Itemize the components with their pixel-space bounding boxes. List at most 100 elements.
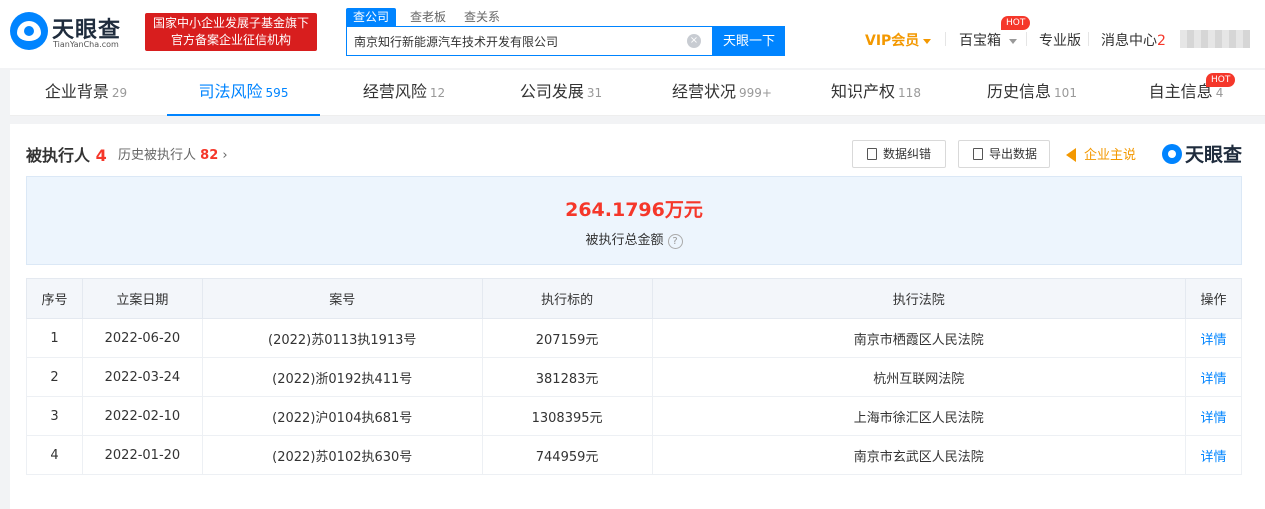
treasure-box-menu[interactable]: 百宝箱: [959, 30, 1017, 50]
tab-judicial-risk[interactable]: 司法风险 595: [167, 70, 320, 116]
tab-label: 经营状况: [672, 82, 737, 101]
row-index: 2: [26, 357, 83, 397]
table-row: 3 2022-02-10 (2022)沪0104执681号 1308395元 上…: [26, 396, 1242, 436]
tab-self-info[interactable]: 自主信息 4: [1110, 70, 1262, 116]
message-center-link[interactable]: 消息中心2: [1101, 30, 1166, 50]
history-executed-link[interactable]: 历史被执行人 82 ›: [118, 144, 228, 163]
column-header: 执行法院: [651, 278, 1187, 319]
eye-logo-icon: [10, 12, 48, 50]
clear-icon[interactable]: ×: [687, 34, 701, 48]
divider: [945, 32, 946, 46]
logo-subtext: TianYanCha.com: [53, 40, 119, 49]
detail-link[interactable]: 详情: [1185, 357, 1242, 397]
chevron-down-icon: [923, 38, 932, 44]
export-data-button[interactable]: 导出数据: [958, 140, 1050, 168]
detail-link[interactable]: 详情: [1185, 396, 1242, 436]
total-amount-summary: 264.1796万元 被执行总金额?: [26, 176, 1242, 265]
column-header: 序号: [26, 278, 83, 319]
total-amount-label: 被执行总金额: [585, 233, 664, 248]
filing-date: 2022-02-10: [81, 396, 203, 436]
case-number: (2022)沪0104执681号: [201, 396, 483, 436]
export-data-label: 导出数据: [989, 147, 1038, 161]
data-correction-button[interactable]: 数据纠错: [852, 140, 946, 168]
tab-label: 自主信息: [1148, 82, 1213, 101]
total-amount: 264.1796万元: [565, 199, 703, 221]
tab-intellectual-property[interactable]: 知识产权 118: [800, 70, 952, 116]
promo-banner[interactable]: 国家中小企业发展子基金旗下 官方备案企业征信机构: [145, 13, 317, 51]
tab-operating-status[interactable]: 经营状况 999+: [642, 70, 802, 116]
tab-count: 29: [111, 86, 128, 100]
download-icon: [973, 148, 983, 160]
pro-version-link[interactable]: 专业版: [1039, 30, 1081, 50]
detail-link[interactable]: 详情: [1185, 435, 1242, 475]
filing-date: 2022-06-20: [81, 318, 203, 358]
tab-count: 4: [1215, 86, 1224, 100]
owner-says-label: 企业主说: [1084, 148, 1137, 163]
tab-label: 知识产权: [831, 82, 896, 101]
search-box: ×: [346, 26, 713, 56]
row-index: 4: [26, 435, 83, 475]
execution-amount: 207159元: [481, 318, 653, 358]
tab-count: 101: [1054, 86, 1077, 100]
search-button[interactable]: 天眼一下: [713, 26, 785, 56]
execution-amount: 744959元: [481, 435, 653, 475]
hot-badge: HOT: [1001, 16, 1031, 30]
tab-label: 企业背景: [44, 82, 109, 101]
dimension-tabs: 企业背景 29 司法风险 595 经营风险 12 公司发展 31 经营状况 999+ 知识…: [10, 70, 1265, 116]
vip-label: VIP会员: [865, 33, 920, 49]
tab-count: 12: [429, 86, 446, 100]
help-icon[interactable]: ?: [667, 234, 683, 249]
chevron-right-icon: ›: [222, 148, 228, 163]
eye-logo-icon: [1162, 144, 1182, 164]
table-row: 1 2022-06-20 (2022)苏0113执1913号 207159元 南…: [26, 318, 1242, 358]
tab-label: 历史信息: [987, 82, 1052, 101]
message-center-label: 消息中心: [1101, 33, 1157, 49]
history-count: 82: [200, 148, 219, 163]
case-number: (2022)浙0192执411号: [201, 357, 483, 397]
row-index: 1: [26, 318, 83, 358]
execution-court: 南京市栖霞区人民法院: [651, 318, 1187, 358]
tab-operating-risk[interactable]: 经营风险 12: [328, 70, 480, 116]
tab-label: 经营风险: [362, 82, 427, 101]
tab-company-development[interactable]: 公司发展 31: [485, 70, 637, 116]
total-amount-label-row: 被执行总金额?: [27, 229, 1241, 249]
tab-label: 司法风险: [198, 82, 263, 101]
tab-count: 118: [898, 86, 921, 100]
search-tab-boss[interactable]: 查老板: [410, 8, 446, 26]
table-header-row: 序号 立案日期 案号 执行标的 执行法院 操作: [26, 278, 1242, 319]
vip-member-menu[interactable]: VIP会员: [865, 30, 932, 50]
search-tab-company[interactable]: 查公司: [346, 8, 397, 26]
tianyancha-logo[interactable]: 天眼查 TianYanCha.com: [10, 12, 135, 52]
section-count: 4: [95, 146, 107, 165]
execution-amount: 381283元: [481, 357, 653, 397]
brand-watermark: 天眼查: [1162, 140, 1242, 167]
table-row: 4 2022-01-20 (2022)苏0102执630号 744959元 南京…: [26, 435, 1242, 475]
column-header: 执行标的: [481, 278, 653, 319]
tab-history-info[interactable]: 历史信息 101: [956, 70, 1108, 116]
execution-amount: 1308395元: [481, 396, 653, 436]
user-avatar[interactable]: [1180, 30, 1250, 48]
section-title: 被执行人 4: [26, 142, 107, 166]
execution-court: 杭州互联网法院: [651, 357, 1187, 397]
company-owner-says-link[interactable]: 企业主说: [1066, 144, 1136, 163]
case-number: (2022)苏0102执630号: [201, 435, 483, 475]
search-input[interactable]: [347, 27, 677, 55]
treasure-label: 百宝箱: [959, 33, 1001, 49]
section-title-label: 被执行人: [26, 146, 91, 165]
top-header: 天眼查 TianYanCha.com 国家中小企业发展子基金旗下 官方备案企业征…: [0, 0, 1265, 68]
divider: [1026, 32, 1027, 46]
executed-person-panel: 被执行人 4 历史被执行人 82 › 数据纠错 导出数据 企业主说 天眼查 26…: [10, 124, 1265, 509]
tab-company-background[interactable]: 企业背景 29: [10, 70, 162, 116]
tab-count: 999+: [739, 86, 772, 100]
document-icon: [867, 148, 877, 160]
execution-court: 上海市徐汇区人民法院: [651, 396, 1187, 436]
executed-table: 序号 立案日期 案号 执行标的 执行法院 操作 1 2022-06-20 (20…: [26, 278, 1242, 475]
hot-badge: HOT: [1206, 73, 1236, 87]
speaker-icon: [1066, 148, 1076, 162]
tab-count: 31: [586, 86, 603, 100]
chevron-down-icon: [1009, 38, 1017, 44]
execution-court: 南京市玄武区人民法院: [651, 435, 1187, 475]
detail-link[interactable]: 详情: [1185, 318, 1242, 358]
search-tab-relation[interactable]: 查关系: [464, 8, 500, 26]
promo-line-2: 官方备案企业征信机构: [170, 33, 291, 47]
